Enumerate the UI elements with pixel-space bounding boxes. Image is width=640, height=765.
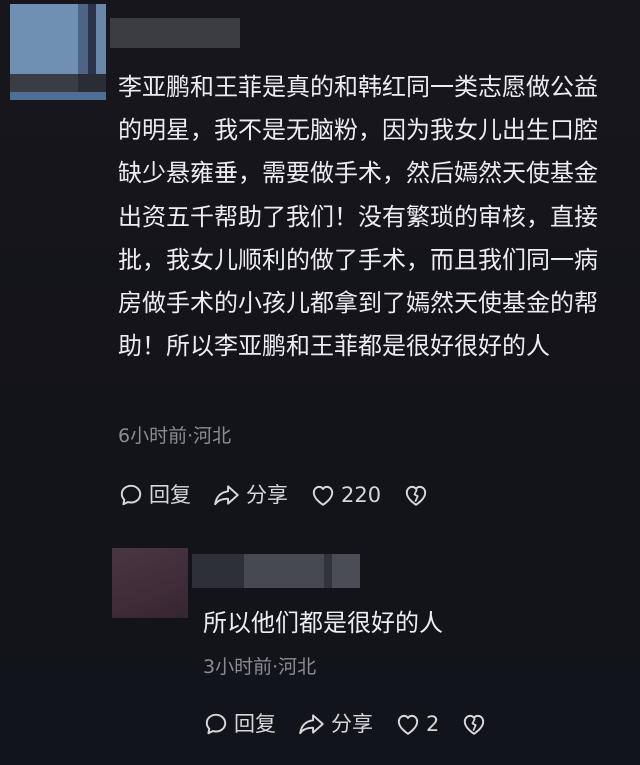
like-count: 2 xyxy=(426,712,440,736)
comment-timestamp-location: 6小时前·河北 xyxy=(118,425,232,447)
reply-bubble-icon xyxy=(205,713,227,735)
like-count: 220 xyxy=(341,483,382,507)
avatar-pixel-band-lower xyxy=(10,92,106,100)
dislike-button[interactable] xyxy=(403,483,434,507)
reply-timestamp-location: 3小时前·河北 xyxy=(203,656,317,678)
reply-username-redacted[interactable] xyxy=(192,554,360,588)
commenter-username-redacted[interactable] xyxy=(110,18,240,48)
share-button[interactable]: 分享 xyxy=(213,481,288,509)
reply-label: 回复 xyxy=(149,483,191,507)
share-arrow-icon xyxy=(299,714,324,735)
reply-text: 所以他们都是很好的人 xyxy=(203,609,443,637)
like-button[interactable]: 220 xyxy=(310,481,381,509)
heart-icon xyxy=(397,714,419,735)
avatar-pixel-band xyxy=(10,74,106,94)
comment-text: 李亚鹏和王菲是真的和韩红同一类志愿做公益的明星，我不是无脑粉，因为我女儿出生口腔… xyxy=(118,73,598,361)
reply-like-button[interactable]: 2 xyxy=(395,710,439,738)
heart-icon xyxy=(312,485,334,506)
reply-avatar[interactable] xyxy=(112,548,188,618)
share-label: 分享 xyxy=(246,483,288,507)
reply-label: 回复 xyxy=(234,712,276,736)
share-label: 分享 xyxy=(331,712,373,736)
broken-heart-icon xyxy=(405,485,427,506)
broken-heart-icon xyxy=(464,714,485,735)
share-arrow-icon xyxy=(214,485,239,506)
reply-actions: 回复 分享 2 xyxy=(203,710,514,738)
reply-share-button[interactable]: 分享 xyxy=(298,710,373,738)
reply-reply-button[interactable]: 回复 xyxy=(203,710,276,738)
reply-dislike-button[interactable] xyxy=(461,712,492,736)
reply-bubble-icon xyxy=(120,484,142,506)
commenter-avatar[interactable] xyxy=(10,4,106,100)
reply-button[interactable]: 回复 xyxy=(118,481,191,509)
comment-actions: 回复 分享 220 xyxy=(118,481,456,509)
